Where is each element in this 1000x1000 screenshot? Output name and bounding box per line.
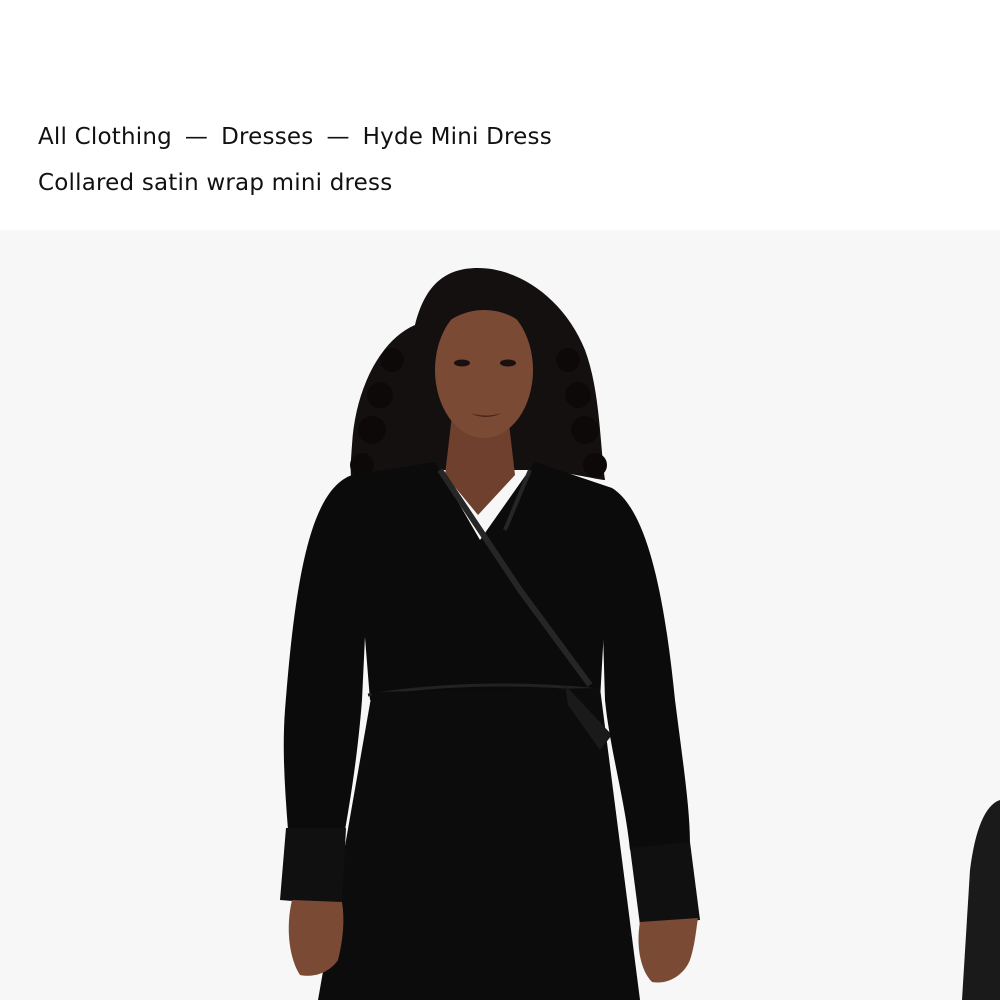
product-page: All Clothing — Dresses — Hyde Mini Dress… <box>0 0 1000 1000</box>
breadcrumb-dresses[interactable]: Dresses <box>221 124 313 150</box>
product-header: All Clothing — Dresses — Hyde Mini Dress… <box>0 0 1000 230</box>
breadcrumb-separator: — <box>326 124 350 150</box>
product-image-gallery[interactable] <box>0 230 1000 1000</box>
product-image <box>280 268 1000 1000</box>
second-model-partial <box>962 800 1000 1000</box>
breadcrumb-all-clothing[interactable]: All Clothing <box>38 124 172 150</box>
breadcrumb: All Clothing — Dresses — Hyde Mini Dress <box>38 124 552 150</box>
dress-left-sleeve <box>283 475 370 830</box>
breadcrumb-separator: — <box>184 124 209 150</box>
model-right-hand <box>638 918 698 983</box>
breadcrumb-current-product: Hyde Mini Dress <box>362 124 552 150</box>
model-face <box>435 302 533 438</box>
product-subtitle: Collared satin wrap mini dress <box>38 170 393 196</box>
